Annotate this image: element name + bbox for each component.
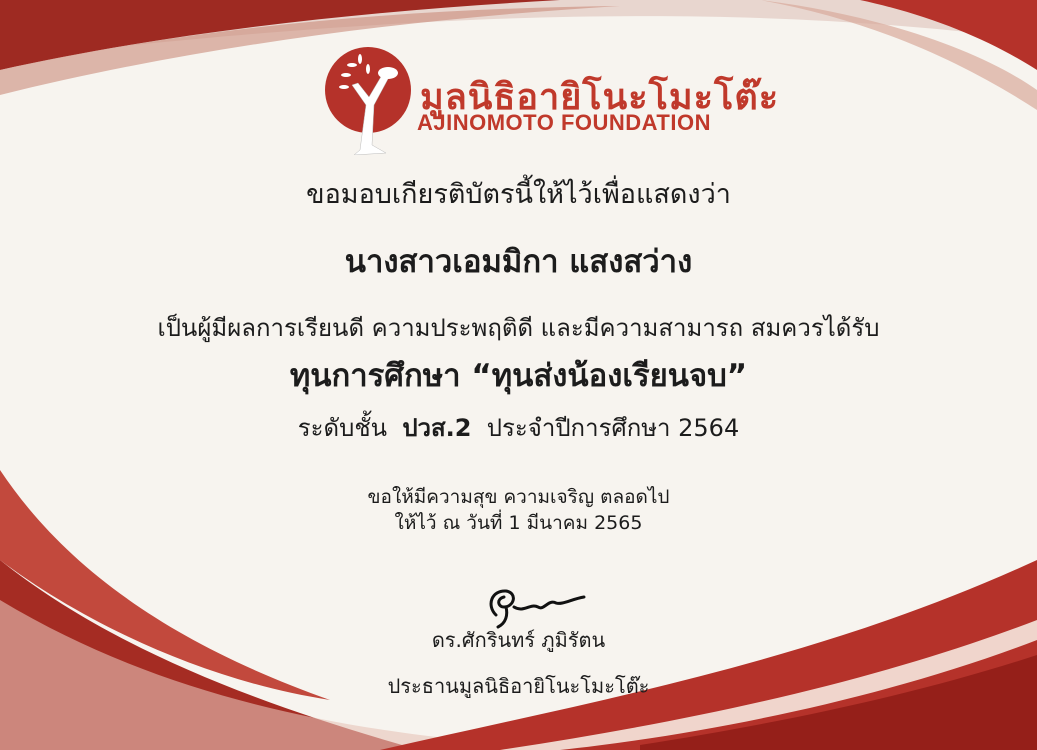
signatory-name: ดร.ศักรินทร์ ภูมิรัตน <box>431 628 606 652</box>
issue-date: ให้ไว้ ณ วันที่ 1 มีนาคม 2565 <box>394 512 643 534</box>
award-reason: เป็นผู้มีผลการเรียนดี ความประพฤติดี และม… <box>157 314 880 342</box>
recipient-name: นางสาวเอมมิกา แสงสว่าง <box>344 244 693 280</box>
award-level-line: ระดับชั้น ปวส.2 ประจำปีการศึกษา 2564 <box>0 408 1037 447</box>
certificate-intro: ขอมอบเกียรติบัตรนี้ให้ไว้เพื่อแสดงว่า <box>306 179 731 210</box>
award-title: ทุนการศึกษา “ทุนส่งน้องเรียนจบ” <box>289 358 748 394</box>
signatory-title: ประธานมูลนิธิอายิโนะโมะโต๊ะ <box>387 674 650 698</box>
level-label: ระดับชั้น <box>297 414 388 442</box>
level-value: ปวส.2 <box>402 414 472 442</box>
logo-english-name: AJINOMOTO FOUNDATION <box>417 110 711 135</box>
foundation-logo-icon <box>325 47 411 155</box>
academic-year: ประจำปีการศึกษา 2564 <box>486 414 740 442</box>
